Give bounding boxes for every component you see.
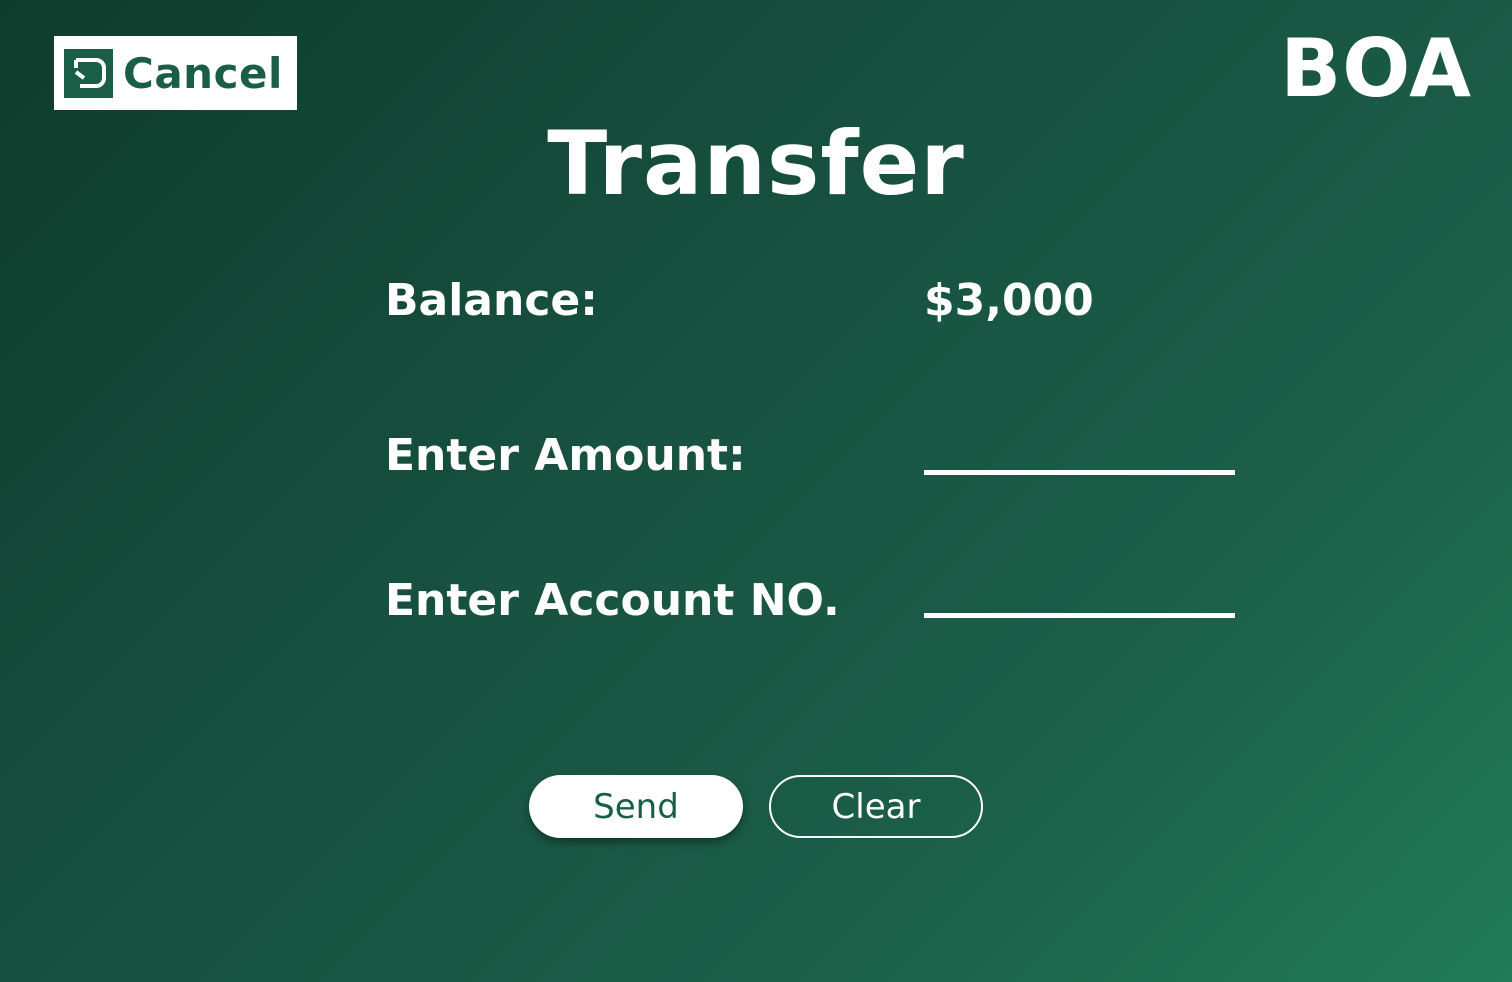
- balance-label: Balance:: [385, 275, 598, 326]
- exit-icon: [64, 48, 113, 98]
- cancel-label: Cancel: [123, 48, 283, 98]
- send-button[interactable]: Send: [529, 775, 743, 838]
- balance-value: $3,000: [924, 275, 1094, 326]
- page-title: Transfer: [547, 112, 965, 215]
- cancel-button[interactable]: Cancel: [54, 36, 297, 110]
- account-label: Enter Account NO.: [385, 575, 840, 626]
- amount-input[interactable]: [924, 427, 1235, 475]
- amount-label: Enter Amount:: [385, 430, 746, 481]
- account-number-input[interactable]: [924, 570, 1235, 618]
- clear-button[interactable]: Clear: [769, 775, 983, 838]
- brand-logo: BOA: [1280, 22, 1472, 115]
